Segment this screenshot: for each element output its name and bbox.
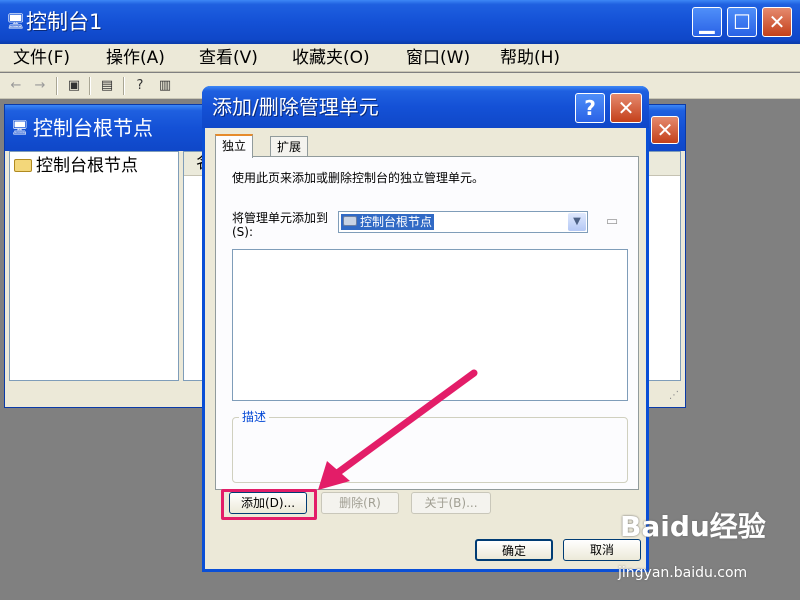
about-button[interactable]: 关于(B)... bbox=[411, 492, 491, 514]
main-title-bar[interactable]: 🖥 控制台1 ▁ ☐ ✕ bbox=[0, 0, 800, 44]
dialog-close-button[interactable]: ✕ bbox=[610, 93, 642, 123]
show-hide-tree-icon[interactable]: ▣ bbox=[64, 76, 84, 96]
add-button-highlight bbox=[221, 489, 317, 520]
description-group-label: 描述 bbox=[239, 410, 270, 424]
dialog-help-button[interactable]: ? bbox=[575, 93, 605, 123]
baidu-watermark-logo: Baidu经验 bbox=[620, 510, 766, 543]
close-button[interactable]: ✕ bbox=[762, 7, 792, 37]
back-arrow-icon[interactable]: ← bbox=[6, 76, 26, 96]
toolbar-separator bbox=[56, 77, 58, 95]
inner-window-title: 控制台根节点 bbox=[33, 116, 153, 140]
description-group: 描述 bbox=[232, 410, 628, 483]
window-title: 控制台1 bbox=[26, 10, 103, 34]
add-to-label: 将管理单元添加到(S): bbox=[232, 211, 329, 239]
maximize-button[interactable]: ☐ bbox=[727, 7, 757, 37]
browse-folder-icon[interactable]: ▭ bbox=[602, 213, 622, 231]
menu-window[interactable]: 窗口(W) bbox=[406, 47, 470, 69]
tab-extensions[interactable]: 扩展 bbox=[270, 136, 309, 158]
folder-icon bbox=[343, 216, 357, 226]
inner-close-button[interactable]: ✕ bbox=[651, 116, 679, 144]
snapin-list[interactable] bbox=[232, 249, 628, 401]
tree-pane[interactable]: 控制台根节点 bbox=[9, 151, 179, 381]
ok-button[interactable]: 确定 bbox=[475, 539, 553, 561]
console-root-icon: 🖥 bbox=[11, 120, 29, 136]
tab-standalone[interactable]: 独立 bbox=[215, 134, 254, 158]
properties-icon[interactable]: ▥ bbox=[155, 76, 175, 96]
chevron-down-icon[interactable]: ▼ bbox=[568, 213, 586, 231]
export-list-icon[interactable]: ▤ bbox=[97, 76, 117, 96]
dialog-title-bar[interactable]: 添加/删除管理单元 ? ✕ bbox=[202, 86, 649, 128]
menu-help[interactable]: 帮助(H) bbox=[500, 47, 560, 69]
menu-view[interactable]: 查看(V) bbox=[199, 47, 258, 69]
help-icon[interactable]: ? bbox=[130, 76, 150, 96]
standalone-tab-page: 使用此页来添加或删除控制台的独立管理单元。 将管理单元添加到(S): 控制台根节… bbox=[215, 156, 639, 490]
forward-arrow-icon[interactable]: → bbox=[30, 76, 50, 96]
menu-file[interactable]: 文件(F) bbox=[13, 47, 70, 69]
dialog-title: 添加/删除管理单元 bbox=[212, 95, 379, 119]
menu-bar: 文件(F) 操作(A) 查看(V) 收藏夹(O) 窗口(W) 帮助(H) bbox=[0, 44, 800, 72]
add-to-selected-value: 控制台根节点 bbox=[341, 214, 435, 230]
remove-button[interactable]: 删除(R) bbox=[321, 492, 399, 514]
toolbar-separator bbox=[123, 77, 125, 95]
add-to-select[interactable]: 控制台根节点 ▼ bbox=[338, 211, 588, 233]
resize-grip-icon[interactable]: ⋰ bbox=[669, 390, 679, 401]
tree-item-console-root[interactable]: 控制台根节点 bbox=[14, 154, 138, 178]
folder-icon bbox=[14, 159, 32, 172]
menu-favorites[interactable]: 收藏夹(O) bbox=[292, 47, 370, 69]
tree-item-label: 控制台根节点 bbox=[36, 156, 138, 176]
menu-action[interactable]: 操作(A) bbox=[106, 47, 165, 69]
mmc-app-icon: 🖥 bbox=[6, 12, 26, 30]
toolbar-separator bbox=[89, 77, 91, 95]
minimize-button[interactable]: ▁ bbox=[692, 7, 722, 37]
baidu-watermark-url: jingyan.baidu.com bbox=[618, 565, 748, 581]
add-to-value-text: 控制台根节点 bbox=[360, 215, 433, 229]
page-description: 使用此页来添加或删除控制台的独立管理单元。 bbox=[232, 171, 485, 185]
